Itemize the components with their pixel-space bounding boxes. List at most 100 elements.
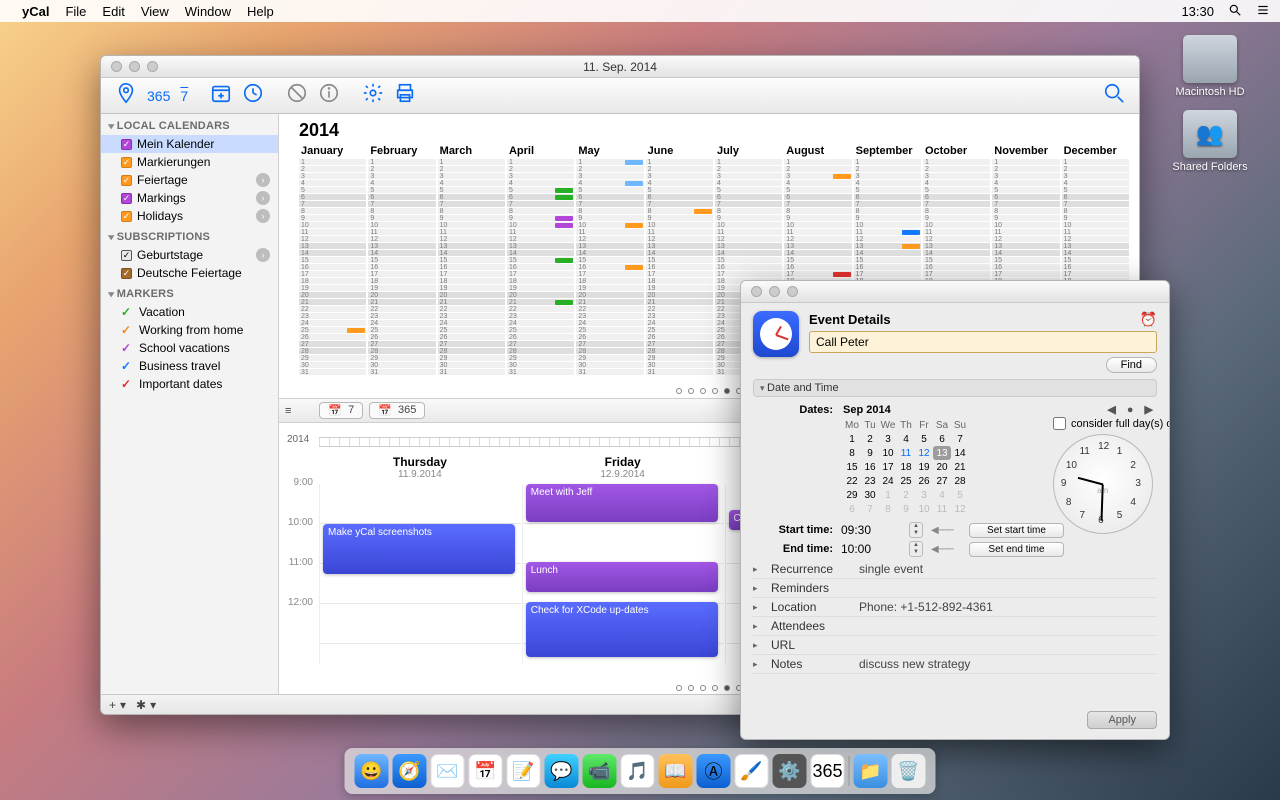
- notifications-icon[interactable]: [1256, 3, 1270, 20]
- section-date-time[interactable]: Date and Time: [753, 379, 1157, 397]
- menu-view[interactable]: View: [141, 4, 169, 19]
- mini-calendar-day[interactable]: 3: [879, 432, 897, 446]
- mini-calendar-day[interactable]: 22: [843, 474, 861, 488]
- year-month[interactable]: June123456789101112131415161718192021222…: [646, 145, 713, 375]
- checkbox-icon[interactable]: ✓: [121, 211, 132, 222]
- search-icon[interactable]: [1103, 82, 1125, 109]
- checkbox-icon[interactable]: ✓: [121, 157, 132, 168]
- mini-calendar-day[interactable]: 28: [951, 474, 969, 488]
- mini-calendar-day[interactable]: 1: [843, 432, 861, 446]
- full-day-checkbox[interactable]: consider full day(s) only: [1053, 417, 1163, 430]
- close-button[interactable]: [751, 286, 762, 297]
- more-icon[interactable]: ›: [256, 173, 270, 187]
- start-time-value[interactable]: 09:30: [841, 523, 901, 537]
- close-button[interactable]: [111, 61, 122, 72]
- apply-button[interactable]: Apply: [1087, 711, 1157, 729]
- mini-calendar-day[interactable]: 7: [951, 432, 969, 446]
- week-day-column[interactable]: Thursday11.9.2014Make yCal screenshots: [319, 455, 521, 694]
- location-icon[interactable]: [115, 82, 137, 109]
- minimize-button[interactable]: [129, 61, 140, 72]
- desktop-icon-shared-folders[interactable]: Shared Folders: [1170, 110, 1250, 173]
- sidebar-header-local[interactable]: LOCAL CALENDARS: [101, 114, 278, 135]
- mini-calendar-day[interactable]: 6: [843, 502, 861, 516]
- end-time-stepper[interactable]: ▲▼: [909, 541, 923, 557]
- set-start-time-button[interactable]: Set start time: [969, 523, 1064, 538]
- menu-edit[interactable]: Edit: [102, 4, 124, 19]
- year-month[interactable]: February12345678910111213141516171819202…: [368, 145, 435, 375]
- disclosure-recurrence[interactable]: Recurrencesingle event: [753, 560, 1157, 579]
- mini-calendar-day[interactable]: 11: [897, 446, 915, 460]
- action-button[interactable]: ✱: [136, 698, 146, 712]
- mini-calendar-day[interactable]: 5: [951, 488, 969, 502]
- end-time-value[interactable]: 10:00: [841, 542, 901, 556]
- print-icon[interactable]: [394, 82, 416, 109]
- mini-calendar-day[interactable]: 11: [933, 502, 951, 516]
- toolbar-7[interactable]: 7: [180, 88, 188, 104]
- mini-calendar-day[interactable]: 27: [933, 474, 951, 488]
- mini-calendar-day[interactable]: 6: [933, 432, 951, 446]
- mini-calendar-day[interactable]: 9: [861, 446, 879, 460]
- dock-notes[interactable]: 📝: [507, 754, 541, 788]
- mini-calendar-day[interactable]: 1: [879, 488, 897, 502]
- sidebar-calendar-item[interactable]: ✓Mein Kalender: [101, 135, 278, 153]
- disclosure-reminders[interactable]: Reminders: [753, 579, 1157, 598]
- sidebar-calendar-item[interactable]: ✓Markierungen: [101, 153, 278, 171]
- new-event-icon[interactable]: [210, 82, 232, 109]
- checkbox-icon[interactable]: ✓: [121, 139, 132, 150]
- dock-safari[interactable]: 🧭: [393, 754, 427, 788]
- zoom-button[interactable]: [787, 286, 798, 297]
- calendar-event[interactable]: Meet with Jeff: [526, 484, 718, 522]
- find-button[interactable]: Find: [1106, 357, 1157, 373]
- mini-calendar-day[interactable]: 26: [915, 474, 933, 488]
- sidebar-marker-item[interactable]: Important dates: [101, 375, 278, 393]
- analog-clock[interactable]: 123456789101112am: [1053, 434, 1153, 534]
- menubar-clock[interactable]: 13:30: [1181, 4, 1214, 19]
- mini-calendar-nav[interactable]: ◀ ● ▶: [1107, 403, 1157, 416]
- disclosure-notes[interactable]: Notesdiscuss new strategy: [753, 655, 1157, 674]
- mini-calendar-day[interactable]: 13: [933, 446, 951, 460]
- list-icon[interactable]: ≡: [285, 405, 291, 417]
- dock-facetime[interactable]: 📹: [583, 754, 617, 788]
- gear-icon[interactable]: [362, 82, 384, 109]
- toolbar-365[interactable]: 365: [147, 88, 170, 104]
- checkbox-icon[interactable]: ✓: [121, 268, 132, 279]
- mini-calendar-day[interactable]: 7: [861, 502, 879, 516]
- mini-calendar-day[interactable]: 23: [861, 474, 879, 488]
- view-segment-year[interactable]: 📅365: [369, 402, 425, 419]
- spotlight-icon[interactable]: [1228, 3, 1242, 20]
- mini-calendar-day[interactable]: 30: [861, 488, 879, 502]
- mini-calendar-day[interactable]: 24: [879, 474, 897, 488]
- dock-appstore[interactable]: Ⓐ: [697, 754, 731, 788]
- mini-calendar-day[interactable]: 14: [951, 446, 969, 460]
- sidebar-calendar-item[interactable]: ✓Deutsche Feiertage: [101, 264, 278, 282]
- year-month[interactable]: May1234567891011121314151617181920212223…: [576, 145, 643, 375]
- mini-calendar-day[interactable]: 4: [933, 488, 951, 502]
- disclosure-attendees[interactable]: Attendees: [753, 617, 1157, 636]
- dock-preview[interactable]: 🖌️: [735, 754, 769, 788]
- year-month[interactable]: January123456789101112131415161718192021…: [299, 145, 366, 375]
- calendar-event[interactable]: Check for XCode up-dates: [526, 602, 718, 657]
- sidebar-marker-item[interactable]: Working from home: [101, 321, 278, 339]
- start-time-stepper[interactable]: ▲▼: [909, 522, 923, 538]
- year-month[interactable]: March12345678910111213141516171819202122…: [438, 145, 505, 375]
- more-icon[interactable]: ›: [256, 191, 270, 205]
- menu-window[interactable]: Window: [185, 4, 231, 19]
- sidebar-calendar-item[interactable]: ✓Feiertage›: [101, 171, 278, 189]
- set-end-time-button[interactable]: Set end time: [969, 542, 1064, 557]
- dock-mail[interactable]: ✉️: [431, 754, 465, 788]
- mini-calendar-day[interactable]: 12: [915, 446, 933, 460]
- event-name-field[interactable]: Call Peter: [809, 331, 1157, 353]
- more-icon[interactable]: ›: [256, 248, 270, 262]
- alarm-icon[interactable]: ⏰: [1140, 311, 1157, 328]
- mini-calendar-day[interactable]: 16: [861, 460, 879, 474]
- calendar-event[interactable]: Make yCal screenshots: [323, 524, 515, 574]
- dock-sysprefs[interactable]: ⚙️: [773, 754, 807, 788]
- titlebar[interactable]: 11. Sep. 2014: [101, 56, 1139, 78]
- sidebar-header-subscriptions[interactable]: SUBSCRIPTIONS: [101, 225, 278, 246]
- mini-calendar-day[interactable]: 10: [879, 446, 897, 460]
- dock-messages[interactable]: 💬: [545, 754, 579, 788]
- mini-calendar-day[interactable]: 9: [897, 502, 915, 516]
- sidebar-marker-item[interactable]: Vacation: [101, 303, 278, 321]
- mini-calendar-day[interactable]: 3: [915, 488, 933, 502]
- dock-downloads[interactable]: 📁: [854, 754, 888, 788]
